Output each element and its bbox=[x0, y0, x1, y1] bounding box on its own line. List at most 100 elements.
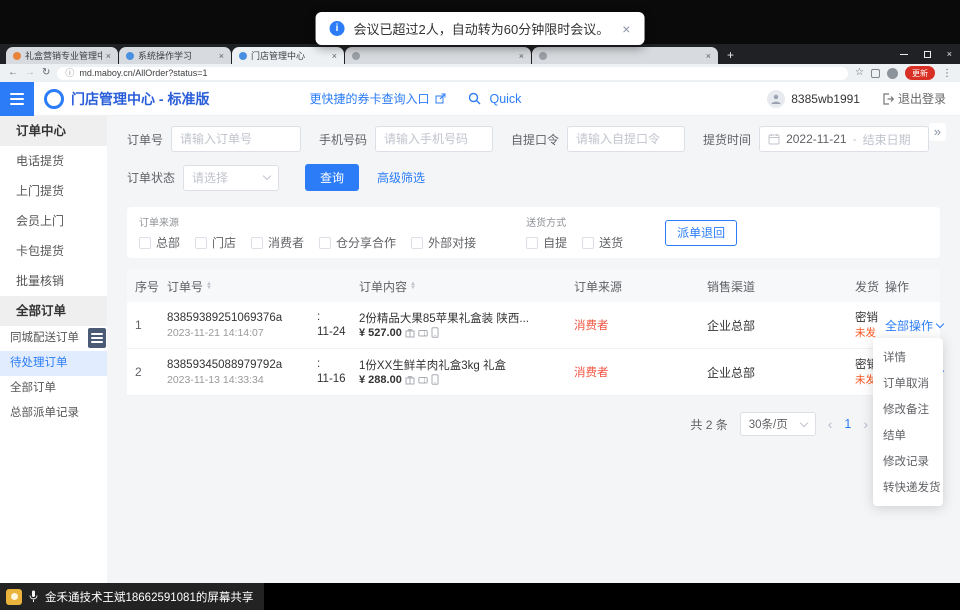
prev-page-icon[interactable]: ‹ bbox=[828, 417, 833, 431]
order-no-input[interactable] bbox=[171, 126, 301, 152]
coupon-query-link[interactable]: 更快捷的券卡查询入口 bbox=[309, 90, 429, 107]
sidebar-toggle-button[interactable] bbox=[88, 328, 106, 348]
sort-icon[interactable]: ▲▼ bbox=[206, 282, 212, 291]
browser-profile-icon[interactable] bbox=[887, 68, 898, 79]
order-actions-menu: 详情 订单取消 修改备注 结单 修改记录 转快递发货 bbox=[873, 338, 943, 506]
site-info-icon[interactable]: ⓘ bbox=[65, 69, 74, 78]
window-maximize-icon[interactable] bbox=[924, 51, 931, 58]
cell-sales-channel: 企业总部 bbox=[703, 364, 853, 381]
page-size-select[interactable]: 30条/页 bbox=[740, 412, 816, 436]
browser-menu-icon[interactable]: ⋮ bbox=[942, 68, 952, 79]
source-tag: 消费者 bbox=[574, 367, 609, 379]
tab-close-icon[interactable]: × bbox=[332, 51, 337, 61]
browser-tab[interactable]: × bbox=[532, 47, 718, 64]
browser-tab[interactable]: 系统操作学习 × bbox=[119, 47, 231, 64]
browser-tab[interactable]: × bbox=[345, 47, 531, 64]
order-price: ¥ 527.00 bbox=[359, 327, 402, 339]
sidebar-item-pending-orders[interactable]: 待处理订单 bbox=[0, 351, 107, 376]
total-count: 共 2 条 bbox=[690, 416, 727, 433]
phone-label: 手机号码 bbox=[319, 131, 367, 148]
checkbox-source-hq[interactable]: 总部 bbox=[139, 234, 180, 251]
order-status-select[interactable]: 请选择 bbox=[183, 165, 279, 191]
url-bar[interactable]: ⓘ md.maboy.cn/AllOrder?status=1 bbox=[57, 67, 848, 80]
cell-order-content: 2份精品大果85苹果礼盒装 陕西... ¥ 527.00 bbox=[355, 312, 570, 339]
search-icon[interactable] bbox=[468, 92, 481, 105]
orders-table: 序号 订单号 ▲▼ 订单内容 ▲▼ 订单来源 销售渠道 发货 操作 bbox=[127, 270, 940, 396]
pickup-code-label: 自提口令 bbox=[511, 131, 559, 148]
username[interactable]: 8385wb1991 bbox=[791, 92, 860, 106]
logout-button[interactable]: 退出登录 bbox=[882, 90, 946, 107]
pickup-time-label: 提货时间 bbox=[703, 131, 751, 148]
order-content-text: 2份精品大果85苹果礼盒装 陕西... bbox=[359, 312, 566, 327]
sidebar-item-phone-pickup[interactable]: 电话提货 bbox=[0, 146, 107, 176]
screen-share-bar: 金禾通技术王斌18662591081的屏幕共享 bbox=[0, 583, 960, 610]
pickup-code-input[interactable] bbox=[567, 126, 685, 152]
search-button[interactable]: 查询 bbox=[305, 164, 359, 191]
sidebar-item-member-visit[interactable]: 会员上门 bbox=[0, 206, 107, 236]
extensions-icon[interactable] bbox=[871, 69, 880, 78]
back-icon[interactable]: ← bbox=[8, 68, 18, 78]
tab-close-icon[interactable]: × bbox=[706, 51, 711, 61]
checkbox-delivery-selfpickup[interactable]: 自提 bbox=[526, 234, 567, 251]
browser-update-button[interactable]: 更新 bbox=[905, 66, 935, 80]
screen-share-pill[interactable]: 金禾通技术王斌18662591081的屏幕共享 bbox=[0, 583, 264, 610]
cell-sales-channel: 企业总部 bbox=[703, 317, 853, 334]
menu-item-to-express[interactable]: 转快递发货 bbox=[873, 474, 943, 500]
source-tag: 消费者 bbox=[574, 320, 609, 332]
page-number[interactable]: 1 bbox=[844, 417, 851, 431]
calendar-icon bbox=[768, 133, 780, 145]
phone-input[interactable] bbox=[375, 126, 493, 152]
refresh-icon[interactable]: ↻ bbox=[42, 68, 50, 78]
menu-item-edit-remark[interactable]: 修改备注 bbox=[873, 396, 943, 422]
advanced-filter-link[interactable]: 高级筛选 bbox=[377, 169, 425, 186]
checkbox-source-consumer[interactable]: 消费者 bbox=[251, 234, 304, 251]
coupon-icon bbox=[418, 328, 428, 338]
sidebar-item-all-orders[interactable]: 全部订单 bbox=[0, 376, 107, 401]
bookmark-star-icon[interactable]: ☆ bbox=[855, 68, 864, 78]
tab-close-icon[interactable]: × bbox=[219, 51, 224, 61]
sort-icon[interactable]: ▲▼ bbox=[410, 282, 416, 291]
tab-close-icon[interactable]: × bbox=[519, 51, 524, 61]
checkbox-delivery-delivery[interactable]: 送货 bbox=[582, 234, 623, 251]
order-row[interactable]: 1 83859389251069376a 2023-11-21 14:14:07… bbox=[127, 302, 940, 349]
sidebar-item-card-pickup[interactable]: 卡包提货 bbox=[0, 236, 107, 266]
order-no-label: 订单号 bbox=[127, 131, 163, 148]
sidebar: 订单中心 电话提货 上门提货 会员上门 卡包提货 批量核销 全部订单 同城配送订… bbox=[0, 116, 107, 583]
all-actions-dropdown[interactable]: 全部操作 bbox=[885, 317, 943, 334]
sidebar-item-hq-dispatch-records[interactable]: 总部派单记录 bbox=[0, 401, 107, 426]
menu-item-edit-history[interactable]: 修改记录 bbox=[873, 448, 943, 474]
tab-close-icon[interactable]: × bbox=[106, 51, 111, 61]
sidebar-section-order-center[interactable]: 订单中心 bbox=[0, 116, 107, 146]
toast-close-icon[interactable]: × bbox=[622, 21, 630, 37]
browser-tab-active[interactable]: 门店管理中心 × bbox=[232, 47, 344, 64]
user-area: 8385wb1991 退出登录 bbox=[767, 90, 946, 108]
browser-tab[interactable]: 礼盒营销专业管理中心 × bbox=[6, 47, 118, 64]
sidebar-section-all-orders[interactable]: 全部订单 bbox=[0, 296, 107, 326]
dispatch-return-button[interactable]: 派单退回 bbox=[665, 220, 737, 246]
tab-favicon bbox=[13, 52, 21, 60]
order-content-text: 1份XX生鲜羊肉礼盒3kg 礼盒 bbox=[359, 359, 566, 374]
pickup-date-range-picker[interactable]: 2022-11-21 - 结束日期 bbox=[759, 126, 929, 152]
checkbox-source-store[interactable]: 门店 bbox=[195, 234, 236, 251]
quick-search-link[interactable]: Quick bbox=[489, 92, 521, 106]
forward-icon[interactable]: → bbox=[25, 68, 35, 78]
sidebar-item-batch-verify[interactable]: 批量核销 bbox=[0, 266, 107, 296]
order-time: 2023-11-21 14:14:07 bbox=[167, 326, 309, 340]
hamburger-menu-button[interactable] bbox=[0, 82, 34, 116]
window-minimize-icon[interactable] bbox=[900, 54, 908, 55]
header-order-content[interactable]: 订单内容 ▲▼ bbox=[355, 278, 570, 295]
menu-item-close-order[interactable]: 结单 bbox=[873, 422, 943, 448]
next-page-icon[interactable]: › bbox=[863, 417, 868, 431]
sidebar-item-door-pickup[interactable]: 上门提货 bbox=[0, 176, 107, 206]
checkbox-source-warehouse-share[interactable]: 仓分享合作 bbox=[319, 234, 396, 251]
window-close-icon[interactable]: × bbox=[947, 50, 952, 59]
checkbox-source-external[interactable]: 外部对接 bbox=[411, 234, 476, 251]
new-tab-icon[interactable]: + bbox=[727, 49, 734, 61]
cell-order-source: 消费者 bbox=[570, 364, 703, 380]
menu-item-cancel-order[interactable]: 订单取消 bbox=[873, 370, 943, 396]
collapse-panel-icon[interactable]: » bbox=[929, 123, 946, 141]
order-row[interactable]: 2 83859345088979792a 2023-11-13 14:33:34… bbox=[127, 349, 940, 396]
menu-item-details[interactable]: 详情 bbox=[873, 344, 943, 370]
header-order-no[interactable]: 订单号 ▲▼ bbox=[163, 278, 313, 295]
cell-index: 2 bbox=[127, 365, 163, 379]
